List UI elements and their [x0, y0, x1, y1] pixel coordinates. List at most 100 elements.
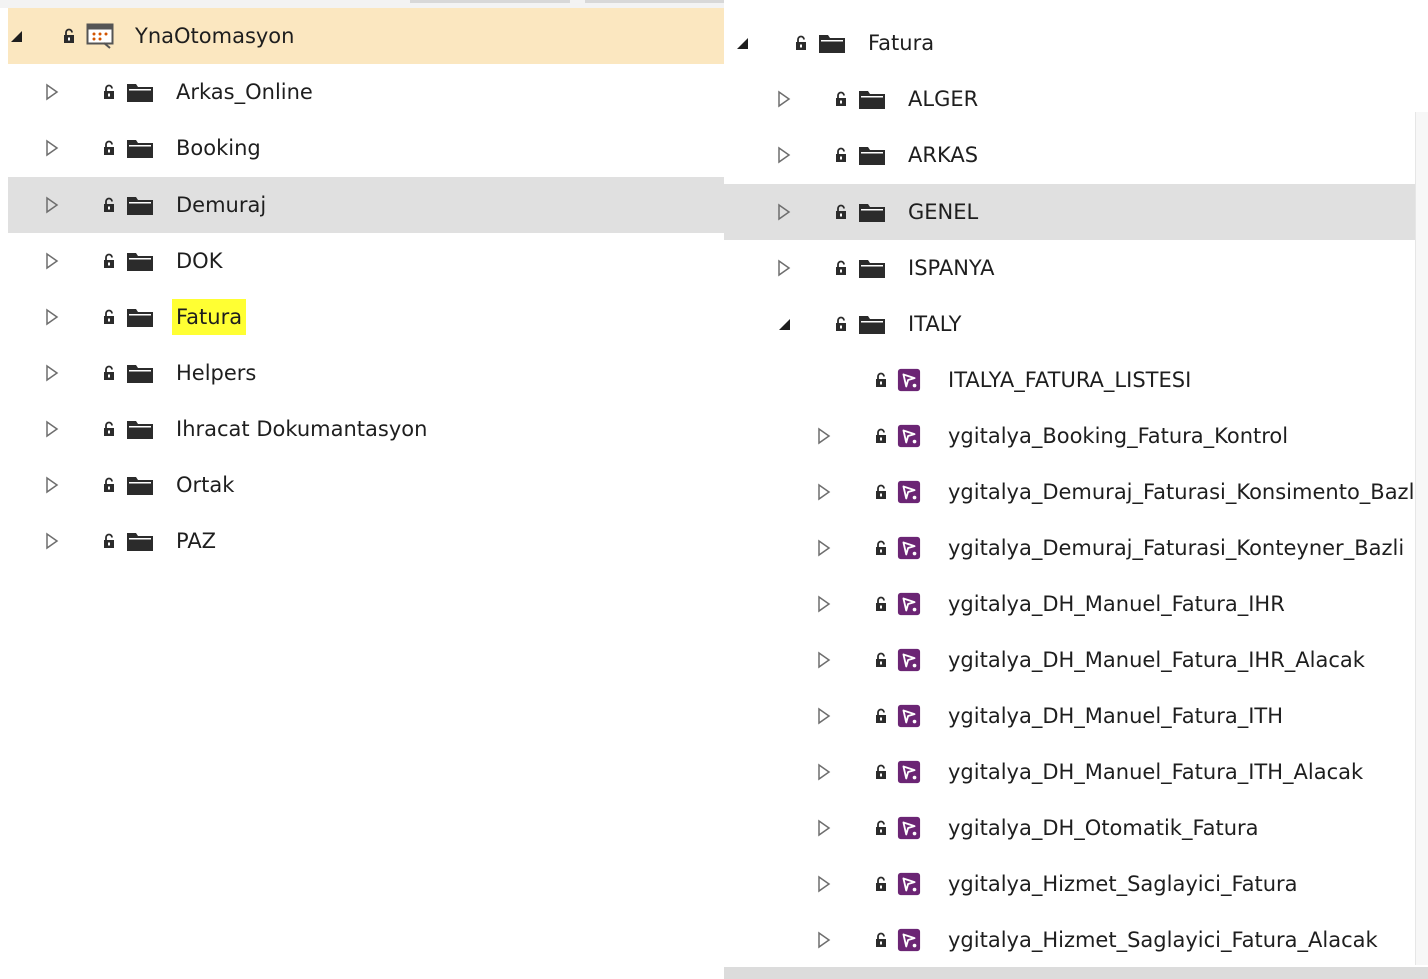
tree-node-process[interactable]: ygitalya_DH_Manuel_Fatura_IHR: [724, 576, 1416, 632]
tree-node-label: ygitalya_Demuraj_Faturasi_Konteyner_Bazl…: [948, 536, 1405, 560]
tree-node-folder[interactable]: Demuraj: [8, 177, 724, 233]
tree-node-label: PAZ: [176, 529, 217, 553]
expand-triangle-icon[interactable]: [42, 233, 62, 289]
horizontal-scrollbar[interactable]: [724, 967, 1428, 979]
expand-triangle-icon[interactable]: [42, 120, 62, 176]
expand-triangle-icon[interactable]: [42, 177, 62, 233]
tree-node-label: GENEL: [908, 200, 979, 224]
process-icon: [895, 800, 923, 856]
tree-node-process[interactable]: ygitalya_DH_Manuel_Fatura_IHR_Alacak: [724, 632, 1416, 688]
tree-node-label: ygitalya_DH_Manuel_Fatura_IHR_Alacak: [948, 648, 1365, 672]
lock-icon: [873, 632, 889, 688]
lock-icon: [101, 177, 117, 233]
expand-triangle-icon[interactable]: [42, 289, 62, 345]
expand-triangle-icon[interactable]: [814, 856, 834, 912]
tree-node-label: Arkas_Online: [176, 80, 313, 104]
vertical-scrollbar[interactable]: [1415, 112, 1428, 965]
tree-node-root-fatura[interactable]: Fatura: [724, 15, 1416, 71]
expand-triangle-icon[interactable]: [774, 71, 794, 127]
tree-node-label: ygitalya_Booking_Fatura_Kontrol: [948, 424, 1289, 448]
tree-node-folder[interactable]: PAZ: [8, 513, 724, 569]
expand-triangle-icon[interactable]: [774, 240, 794, 296]
tree-node-label: Booking: [176, 136, 261, 160]
tree-node-process[interactable]: ygitalya_DH_Manuel_Fatura_ITH: [724, 688, 1416, 744]
collapse-triangle-icon[interactable]: [732, 15, 752, 71]
expand-triangle-icon[interactable]: [42, 457, 62, 513]
collapse-triangle-icon[interactable]: [6, 8, 26, 64]
process-icon: [895, 744, 923, 800]
tree-node-folder[interactable]: ITALY: [724, 296, 1416, 352]
process-icon: [895, 688, 923, 744]
tree-node-folder[interactable]: Booking: [8, 120, 724, 176]
folder-icon: [858, 184, 886, 240]
expand-triangle-icon[interactable]: [42, 345, 62, 401]
folder-icon: [126, 233, 154, 289]
tree-node-process[interactable]: ygitalya_DH_Manuel_Fatura_ITH_Alacak: [724, 744, 1416, 800]
tree-node-root-ynaotomasyon[interactable]: YnaOtomasyon: [8, 8, 724, 64]
expand-triangle-icon[interactable]: [774, 127, 794, 183]
tree-node-process[interactable]: ygitalya_Demuraj_Faturasi_Konteyner_Bazl…: [724, 520, 1416, 576]
tree-node-label: Helpers: [176, 361, 257, 385]
expand-triangle-icon[interactable]: [814, 408, 834, 464]
expand-triangle-icon[interactable]: [814, 632, 834, 688]
tab-strip-segment: [585, 0, 724, 3]
lock-icon: [833, 71, 849, 127]
tree-node-label: ITALYA_FATURA_LISTESI: [948, 368, 1192, 392]
tree-node-label: ITALY: [908, 312, 962, 336]
tree-node-label: ygitalya_DH_Manuel_Fatura_IHR: [948, 592, 1285, 616]
tree-node-folder[interactable]: DOK: [8, 233, 724, 289]
tree-node-process[interactable]: ygitalya_Booking_Fatura_Kontrol: [724, 408, 1416, 464]
expand-triangle-icon[interactable]: [42, 64, 62, 120]
expand-triangle-icon[interactable]: [814, 576, 834, 632]
tree-node-label: ygitalya_DH_Manuel_Fatura_ITH_Alacak: [948, 760, 1364, 784]
tree-node-process[interactable]: ITALYA_FATURA_LISTESI: [724, 352, 1416, 408]
tree-node-folder[interactable]: ALGER: [724, 71, 1416, 127]
lock-icon: [833, 184, 849, 240]
expand-triangle-icon[interactable]: [814, 520, 834, 576]
tree-node-folder[interactable]: GENEL: [724, 184, 1416, 240]
tree-node-folder[interactable]: ARKAS: [724, 127, 1416, 183]
tree-node-label: Ortak: [176, 473, 235, 497]
collapse-triangle-icon[interactable]: [774, 296, 794, 352]
tree-node-label: YnaOtomasyon: [135, 24, 295, 48]
tree-node-label: Ihracat Dokumantasyon: [176, 417, 428, 441]
left-tree-panel: YnaOtomasyon Arkas_Online Booking Demura…: [0, 0, 724, 979]
lock-icon: [833, 127, 849, 183]
process-icon: [895, 352, 923, 408]
expand-triangle-icon[interactable]: [774, 184, 794, 240]
lock-icon: [101, 401, 117, 457]
tree-node-process[interactable]: ygitalya_Hizmet_Saglayici_Fatura_Alacak: [724, 912, 1416, 968]
process-icon: [895, 520, 923, 576]
expand-triangle-icon[interactable]: [814, 912, 834, 968]
lock-icon: [101, 120, 117, 176]
tree-node-folder[interactable]: Helpers: [8, 345, 724, 401]
expand-triangle-icon[interactable]: [814, 744, 834, 800]
expand-triangle-icon[interactable]: [42, 401, 62, 457]
tree-node-label: ygitalya_Demuraj_Faturasi_Konsimento_Baz…: [948, 480, 1421, 504]
tree-node-process[interactable]: ygitalya_Demuraj_Faturasi_Konsimento_Baz…: [724, 464, 1420, 520]
tree-node-process[interactable]: ygitalya_Hizmet_Saglayici_Fatura: [724, 856, 1416, 912]
tree-node-folder[interactable]: Fatura: [8, 289, 724, 345]
right-tree-panel: Fatura ALGER ARKAS GENEL ISPANYA ITALY I…: [724, 0, 1428, 979]
tree-node-folder[interactable]: Ortak: [8, 457, 724, 513]
expand-triangle-icon[interactable]: [814, 464, 834, 520]
folder-icon: [126, 401, 154, 457]
lock-icon: [873, 744, 889, 800]
tree-node-folder[interactable]: ISPANYA: [724, 240, 1416, 296]
process-icon: [895, 464, 923, 520]
tree-node-folder[interactable]: Ihracat Dokumantasyon: [8, 401, 724, 457]
tree-node-label: Fatura: [868, 31, 935, 55]
lock-icon: [873, 912, 889, 968]
lock-icon: [873, 520, 889, 576]
process-icon: [895, 632, 923, 688]
tree-node-folder[interactable]: Arkas_Online: [8, 64, 724, 120]
folder-icon: [126, 345, 154, 401]
folder-icon: [126, 513, 154, 569]
tree-node-process[interactable]: ygitalya_DH_Otomatik_Fatura: [724, 800, 1416, 856]
folder-icon: [858, 71, 886, 127]
expand-triangle-icon[interactable]: [814, 688, 834, 744]
expand-triangle-icon[interactable]: [814, 800, 834, 856]
expand-triangle-icon[interactable]: [42, 513, 62, 569]
tree-node-label: ygitalya_DH_Manuel_Fatura_ITH: [948, 704, 1284, 728]
tree-node-label: ARKAS: [908, 143, 979, 167]
